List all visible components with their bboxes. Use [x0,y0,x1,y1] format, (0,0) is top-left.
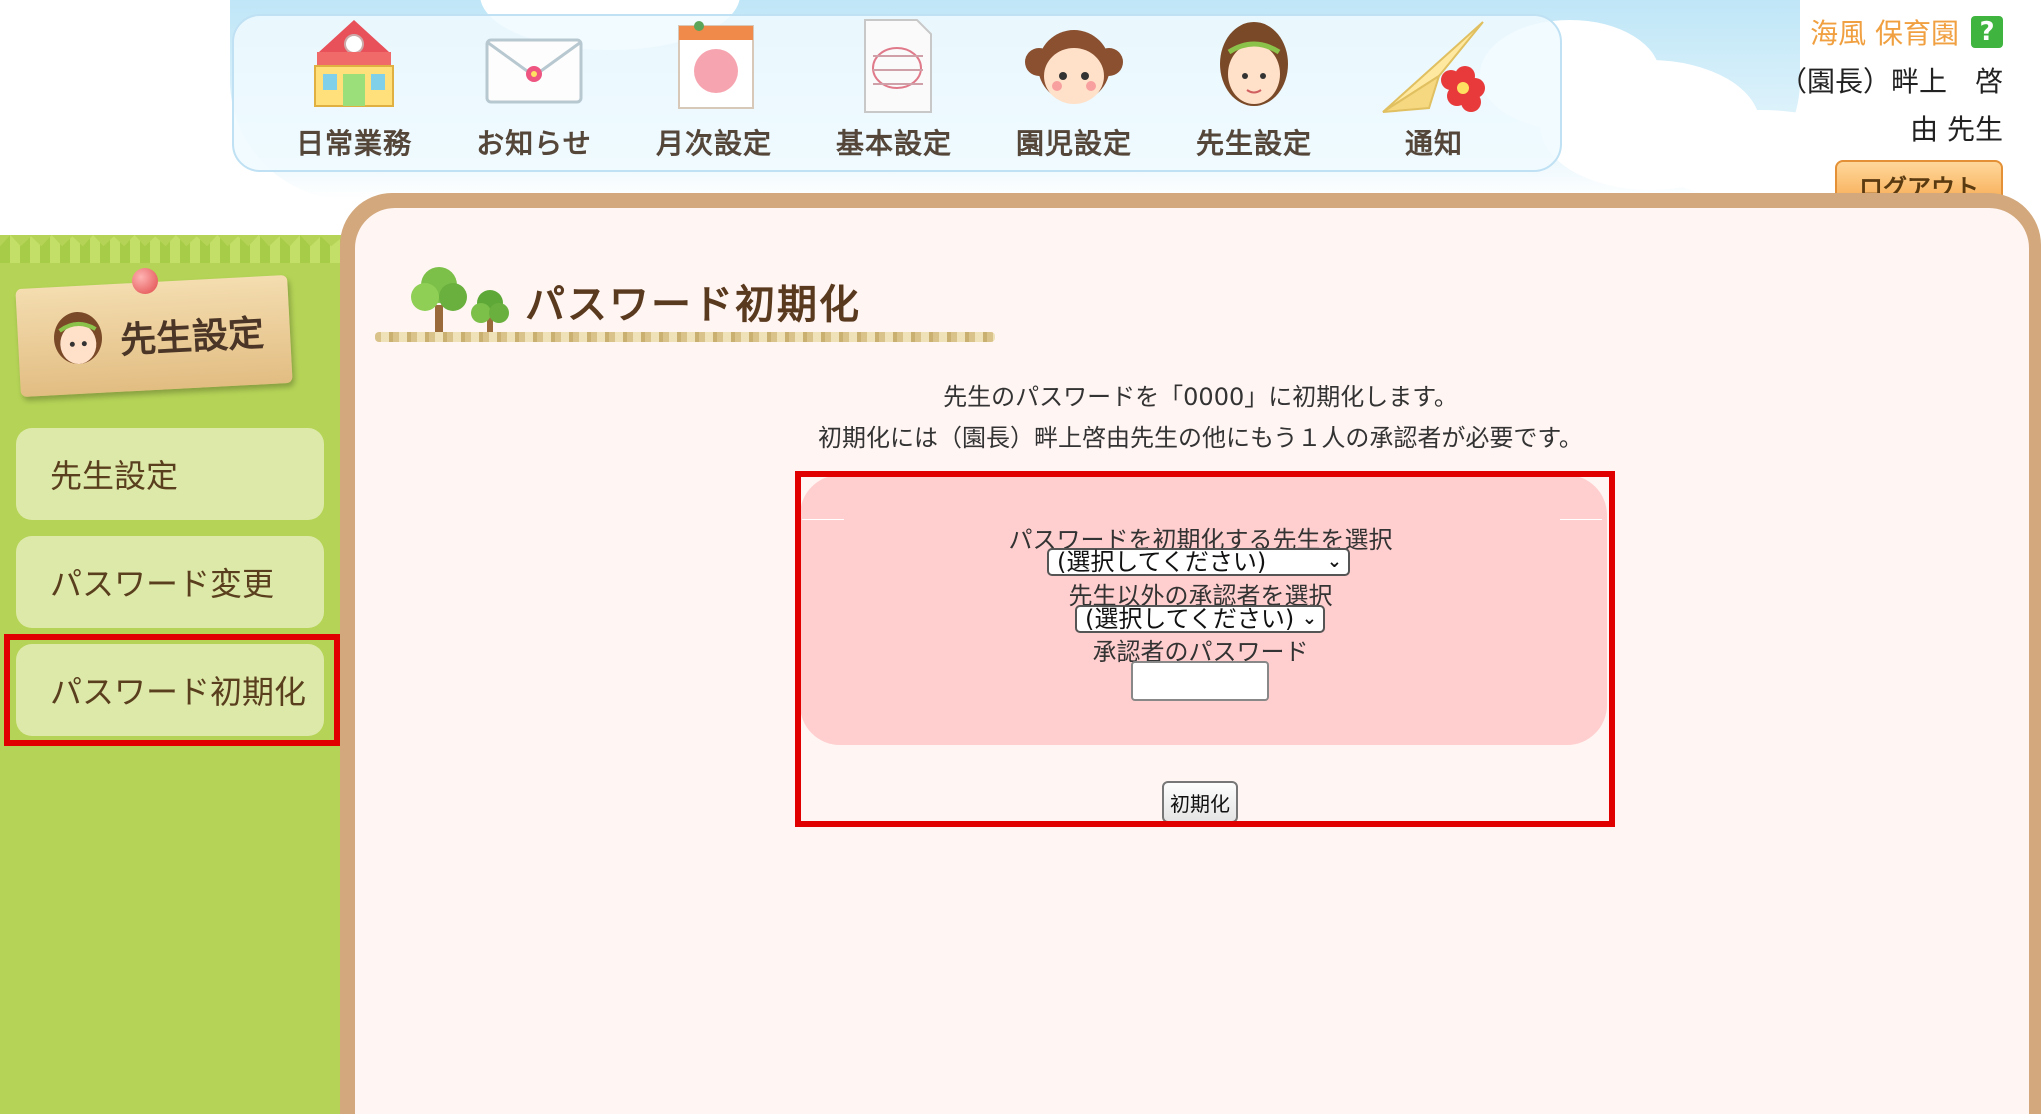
nav-label: 月次設定 [655,127,772,160]
teacher-face-icon [1199,16,1309,116]
nav-daily-work[interactable]: 日常業務 [264,20,444,170]
ground-decoration [375,332,995,342]
nav-teacher-settings[interactable]: 先生設定 [1164,20,1344,170]
nav-label: 日常業務 [295,127,412,160]
description-line-2: 初期化には（園長）畔上啓由先生の他にもう１人の承認者が必要です。 [818,424,1583,452]
paper-plane-icon [1379,16,1489,116]
page-title: パスワード初期化 [525,282,861,328]
teacher-face-icon [47,308,110,371]
document-icon [839,16,949,116]
sidebar-section-title: 先生設定 [119,313,266,362]
school-name: 海風 保育園 ? [1810,12,2003,52]
nav-child-settings[interactable]: 園児設定 [984,20,1164,170]
pin-icon [132,268,158,294]
nav-label: 園児設定 [1015,127,1132,160]
nav-notices[interactable]: お知らせ [444,20,624,170]
highlight-frame-form [795,471,1615,827]
help-icon[interactable]: ? [1971,16,2003,48]
nav-basic-settings[interactable]: 基本設定 [804,19,984,170]
user-info: 海風 保育園 ? （園長）畔上 啓 由 先生 ログアウト [1703,12,2003,211]
child-face-icon [1019,16,1129,116]
school-name-text: 海風 保育園 [1810,17,1959,50]
user-name-suffix: 由 先生 [1910,113,2003,146]
school-building-icon [299,16,409,116]
nav-notifications[interactable]: 通知 [1344,20,1524,170]
nav-label: お知らせ [476,127,592,160]
nav-label: 通知 [1404,127,1463,160]
calendar-icon [659,16,769,116]
envelope-icon [479,16,589,116]
main-nav: 日常業務 お知らせ 月次設定 基本設定 園児設定 先生設定 通知 [232,14,1562,172]
user-role-name: （園長）畔上 啓 [1778,65,2003,98]
nav-monthly-settings[interactable]: 月次設定 [624,20,804,170]
nav-label: 基本設定 [835,127,952,160]
nav-label: 先生設定 [1195,127,1312,160]
description-line-1: 先生のパスワードを「0000」に初期化します。 [943,383,1458,411]
